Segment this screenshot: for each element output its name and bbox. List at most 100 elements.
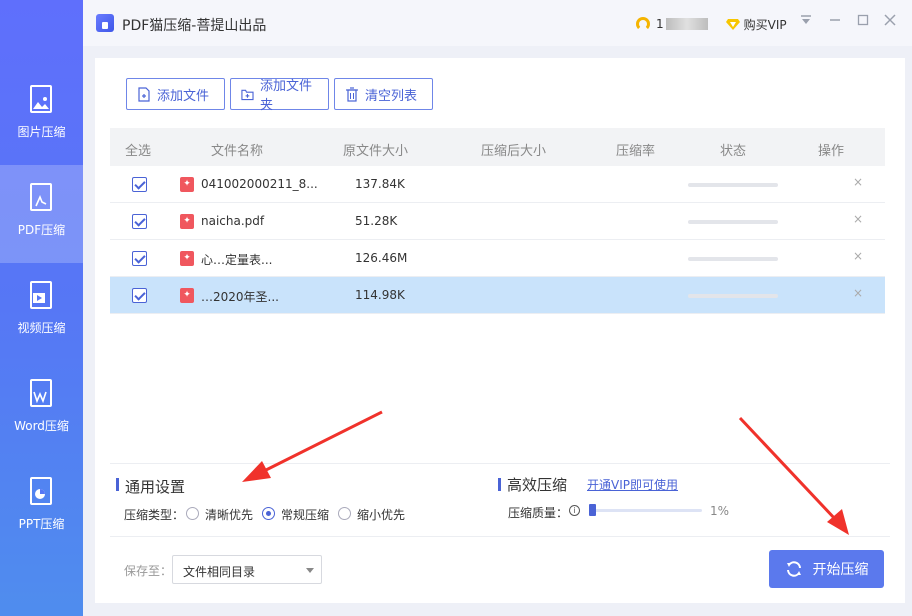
action-header: 操作 <box>818 144 845 159</box>
compression-type-label: 压缩类型： <box>124 508 185 522</box>
add-folder-icon <box>241 89 254 100</box>
row-checkbox[interactable] <box>132 288 147 303</box>
comp-size-header: 压缩后大小 <box>481 144 547 159</box>
delete-icon[interactable]: × <box>853 249 863 263</box>
radio-normal-compress[interactable] <box>262 507 275 520</box>
section-marker <box>498 478 501 491</box>
delete-icon[interactable]: × <box>853 212 863 226</box>
general-settings-title: 通用设置 <box>125 478 186 496</box>
option-size-first[interactable]: 缩小优先 <box>357 506 405 523</box>
sidebar-item-label: PPT压缩 <box>18 517 65 531</box>
video-file-icon <box>30 281 52 309</box>
option-normal-compress[interactable]: 常规压缩 <box>281 506 329 523</box>
close-icon[interactable] <box>882 14 898 30</box>
status-progress-bar <box>688 183 778 187</box>
sidebar-item-ppt[interactable]: PPT压缩 <box>0 459 83 557</box>
option-clarity-first[interactable]: 清晰优先 <box>205 506 253 523</box>
file-size: 51.28K <box>355 214 398 228</box>
row-checkbox[interactable] <box>132 214 147 229</box>
table-row[interactable]: ✦ 041002000211_8... 137.84K × <box>110 166 885 203</box>
add-file-icon <box>138 86 150 102</box>
user-name-redacted <box>665 18 708 30</box>
app-logo-icon <box>96 14 114 32</box>
quality-slider[interactable] <box>590 509 702 512</box>
sidebar-item-label: Word压缩 <box>14 419 69 433</box>
main-panel: 添加文件 添加文件夹 清空列表 全选 文件名称 原文件大小 压缩后大小 压缩率 … <box>95 58 905 603</box>
quality-slider-thumb[interactable] <box>589 504 597 516</box>
delete-icon[interactable]: × <box>853 175 863 189</box>
sidebar-item-label: 图片压缩 <box>17 125 66 139</box>
status-progress-bar <box>688 294 778 298</box>
ppt-file-icon <box>30 477 52 505</box>
title-bar: PDF猫压缩-菩提山出品 1 购买VIP <box>0 0 912 46</box>
start-compress-button[interactable]: 开始压缩 <box>769 550 884 588</box>
section-divider <box>110 463 890 464</box>
table-row[interactable]: ✦ …2020年圣... 114.98K × <box>110 277 885 314</box>
pdf-file-icon <box>30 183 52 211</box>
buy-vip-link[interactable]: 购买VIP <box>744 16 787 33</box>
save-location-value: 文件相同目录 <box>183 565 256 579</box>
sidebar: 图片压缩 PDF压缩 视频压缩 Word压缩 PPT压缩 <box>0 0 83 616</box>
quality-value: 1% <box>710 504 730 518</box>
sidebar-item-label: PDF压缩 <box>17 223 66 237</box>
efficient-compress-title: 高效压缩 <box>507 476 568 494</box>
table-header: 全选 文件名称 原文件大小 压缩后大小 压缩率 状态 操作 <box>110 128 885 166</box>
clear-list-button[interactable]: 清空列表 <box>334 78 433 110</box>
menu-dropdown-icon[interactable] <box>798 14 814 30</box>
refresh-icon <box>786 561 801 577</box>
add-folder-button[interactable]: 添加文件夹 <box>230 78 329 113</box>
user-name[interactable]: 1 <box>656 17 664 31</box>
file-table: 全选 文件名称 原文件大小 压缩后大小 压缩率 状态 操作 ✦ 04100200… <box>110 128 885 314</box>
user-avatar-icon[interactable] <box>636 17 650 31</box>
file-name: 041002000211_8... <box>201 177 318 191</box>
section-marker <box>116 478 119 491</box>
radio-size-first[interactable] <box>338 507 351 520</box>
pdf-icon: ✦ <box>180 251 194 266</box>
save-location-select[interactable]: 文件相同目录 <box>172 555 322 584</box>
file-name: naicha.pdf <box>201 214 265 228</box>
table-row[interactable]: ✦ naicha.pdf 51.28K × <box>110 203 885 240</box>
save-to-label: 保存至： <box>124 564 173 578</box>
radio-clarity-first[interactable] <box>186 507 199 520</box>
name-header: 文件名称 <box>211 144 264 159</box>
chevron-down-icon <box>306 568 314 573</box>
sidebar-item-video[interactable]: 视频压缩 <box>0 263 83 361</box>
file-name: 心…定量表... <box>201 253 273 267</box>
sidebar-item-word[interactable]: Word压缩 <box>0 361 83 459</box>
word-file-icon <box>30 379 52 407</box>
maximize-icon[interactable] <box>855 14 871 30</box>
row-checkbox[interactable] <box>132 177 147 192</box>
section-divider <box>110 536 890 537</box>
pdf-icon: ✦ <box>180 177 194 192</box>
pdf-icon: ✦ <box>180 288 194 303</box>
quality-label: 压缩质量： <box>508 506 569 520</box>
clear-list-label: 清空列表 <box>365 88 418 104</box>
delete-icon[interactable]: × <box>853 286 863 300</box>
table-row[interactable]: ✦ 心…定量表... 126.46M × <box>110 240 885 277</box>
app-title: PDF猫压缩-菩提山出品 <box>122 18 267 34</box>
file-size: 137.84K <box>355 177 405 191</box>
sidebar-item-label: 视频压缩 <box>17 321 66 335</box>
row-checkbox[interactable] <box>132 251 147 266</box>
open-vip-link[interactable]: 开通VIP即可使用 <box>587 476 678 493</box>
add-file-label: 添加文件 <box>157 88 210 104</box>
sidebar-item-pdf[interactable]: PDF压缩 <box>0 165 83 263</box>
status-header: 状态 <box>720 144 747 159</box>
vip-diamond-icon[interactable] <box>725 18 740 30</box>
file-name: …2020年圣... <box>201 290 279 304</box>
minimize-icon[interactable] <box>827 14 843 30</box>
add-file-button[interactable]: 添加文件 <box>126 78 225 110</box>
status-progress-bar <box>688 257 778 261</box>
user-area[interactable]: 1 购买VIP <box>636 14 787 34</box>
sidebar-item-image[interactable]: 图片压缩 <box>0 67 83 165</box>
start-compress-label: 开始压缩 <box>812 562 869 578</box>
info-icon[interactable]: i <box>569 505 580 516</box>
add-folder-label: 添加文件夹 <box>259 79 312 113</box>
image-file-icon <box>30 85 52 113</box>
pdf-icon: ✦ <box>180 214 194 229</box>
file-size: 114.98K <box>355 288 405 302</box>
file-size: 126.46M <box>355 251 408 265</box>
ratio-header: 压缩率 <box>616 144 656 159</box>
select-all-header[interactable]: 全选 <box>125 140 151 159</box>
orig-size-header: 原文件大小 <box>343 144 409 159</box>
